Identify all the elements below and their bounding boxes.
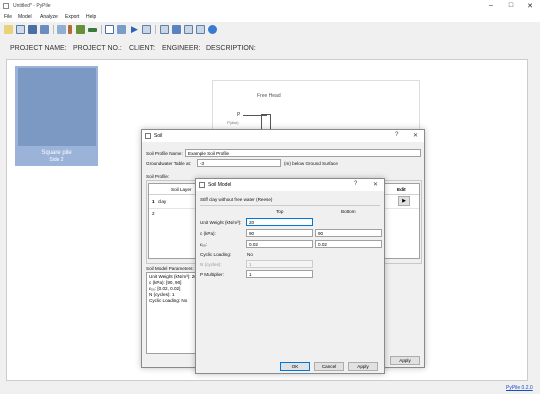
run-icon[interactable]: ▶ xyxy=(131,25,140,34)
load-p-label: P xyxy=(237,112,241,118)
save-as-icon[interactable] xyxy=(40,25,49,34)
table-icon[interactable] xyxy=(196,25,205,34)
new-file-icon[interactable] xyxy=(16,25,25,34)
params-text: Unit Weight (kN/m³): 20 c (kPa): [90, 90… xyxy=(146,272,198,354)
grid-icon[interactable] xyxy=(105,25,114,34)
pile-name: Square pile xyxy=(41,150,72,156)
pile-section-icon[interactable] xyxy=(68,25,72,34)
menu-help[interactable]: Help xyxy=(86,14,96,20)
table-row[interactable]: clay xyxy=(158,199,166,204)
divider xyxy=(200,205,380,206)
soil-layer-header: Soil Layer xyxy=(171,187,192,192)
ok-button[interactable]: OK xyxy=(280,362,310,371)
gwt-unit: (m) below Ground Surface xyxy=(284,161,338,166)
description-label: DESCRIPTION: xyxy=(206,45,256,52)
soil-model-close-button[interactable]: ✕ xyxy=(373,181,378,188)
pile-side: Side 2 xyxy=(49,157,64,163)
p-multiplier-label: P Multiplier: xyxy=(200,272,224,277)
soil-profile-group-label: Soil Profile: xyxy=(146,174,170,179)
free-head-label: Free Head xyxy=(257,93,281,99)
c-label: c (kPa): xyxy=(200,231,216,236)
soil-dialog-titlebar: Soil ? ✕ xyxy=(142,130,424,142)
menu-analyze[interactable]: Analyze xyxy=(40,14,58,20)
client-label: CLIENT: xyxy=(129,45,156,52)
window-title: Untitled* - PyPile xyxy=(13,3,51,9)
edit-header: Edit xyxy=(397,187,406,192)
n-cycles-label: N (cycles): xyxy=(200,262,222,267)
row-number: 1 xyxy=(152,199,155,204)
col-bottom-header: Bottom xyxy=(341,209,356,214)
save-icon[interactable] xyxy=(28,25,37,34)
pile-properties-icon[interactable] xyxy=(57,25,66,34)
param-line: Cyclic Loading: No xyxy=(149,298,188,303)
c-bottom-input[interactable]: 90 xyxy=(315,229,382,237)
pile-thumbnail xyxy=(18,68,96,146)
apply-button[interactable]: Apply xyxy=(348,362,378,371)
soil-dialog-title: Soil xyxy=(154,133,163,139)
cyclic-value[interactable]: No xyxy=(247,252,253,257)
menu-file[interactable]: File xyxy=(4,14,12,20)
toolbar: ▶ xyxy=(0,22,540,38)
p-multiplier-input[interactable]: 1 xyxy=(246,270,313,278)
cancel-button[interactable]: Cancel xyxy=(314,362,344,371)
e50-label: ε₅₀: xyxy=(200,242,208,247)
soil-layer-icon[interactable] xyxy=(76,25,85,34)
project-name-label: PROJECT NAME: xyxy=(10,45,67,52)
gwt-input[interactable]: -3 xyxy=(197,159,281,167)
minimize-button[interactable]: – xyxy=(486,2,496,9)
window-titlebar: Untitled* - PyPile – □ ✕ xyxy=(0,0,540,13)
soil-model-icon xyxy=(199,182,205,188)
row-number: 2 xyxy=(152,211,155,216)
soil-model-name: Stiff clay without free water (Reese) xyxy=(200,197,273,202)
close-button[interactable]: ✕ xyxy=(525,2,535,10)
help-button[interactable]: ? xyxy=(395,132,398,138)
profile-name-input[interactable]: Example Soil Profile xyxy=(185,149,421,157)
open-folder-icon[interactable] xyxy=(4,25,13,34)
unit-weight-input[interactable]: 20 xyxy=(246,218,313,226)
soil-apply-button[interactable]: Apply xyxy=(390,356,420,365)
n-cycles-input: 1 xyxy=(246,260,313,268)
maximize-button[interactable]: □ xyxy=(506,2,516,9)
soil-model-titlebar: Soil Model ? ✕ xyxy=(196,179,384,191)
params-label: Soil Model Parameters: xyxy=(146,266,194,271)
project-info-row: PROJECT NAME: PROJECT NO.: CLIENT: ENGIN… xyxy=(0,37,540,59)
menu-export[interactable]: Export xyxy=(65,14,79,20)
soil-model-title: Soil Model xyxy=(208,182,232,188)
app-icon xyxy=(3,3,9,9)
gwt-label: Groundwater Table at: xyxy=(146,161,192,166)
pile-diagram: Free Head P P(dist) xyxy=(212,80,420,134)
load-arrow-icon[interactable] xyxy=(88,28,97,32)
soil-dialog-close-button[interactable]: ✕ xyxy=(413,132,418,139)
edit-icon[interactable] xyxy=(172,25,181,34)
menu-model[interactable]: Model xyxy=(18,14,32,20)
load-pdist-label: P(dist) xyxy=(227,120,239,125)
version-link[interactable]: PyPile 0.2.0 xyxy=(506,385,533,391)
unit-weight-label: Unit Weight (kN/m³): xyxy=(200,220,242,225)
project-no-label: PROJECT NO.: xyxy=(73,45,122,52)
export-icon[interactable] xyxy=(160,25,169,34)
chart-icon[interactable] xyxy=(184,25,193,34)
col-top-header: Top xyxy=(276,209,284,214)
c-top-input[interactable]: 90 xyxy=(246,229,313,237)
edit-layer-button[interactable]: ▶ xyxy=(398,196,410,206)
soil-model-dialog: Soil Model ? ✕ Stiff clay without free w… xyxy=(195,178,385,374)
engineer-label: ENGINEER: xyxy=(162,45,201,52)
refresh-icon[interactable] xyxy=(208,25,217,34)
e50-top-input[interactable]: 0.02 xyxy=(246,240,313,248)
status-bar: PyPile 0.2.0 xyxy=(0,381,540,394)
menu-bar: File Model Analyze Export Help xyxy=(0,13,540,22)
e50-bottom-input[interactable]: 0.02 xyxy=(315,240,382,248)
profile-name-label: Soil Profile Name: xyxy=(146,151,183,156)
mesh-icon[interactable] xyxy=(117,25,126,34)
report-icon[interactable] xyxy=(142,25,151,34)
cyclic-label: Cyclic Loading: xyxy=(200,252,232,257)
soil-dialog-icon xyxy=(145,133,151,139)
help-button[interactable]: ? xyxy=(354,181,357,187)
